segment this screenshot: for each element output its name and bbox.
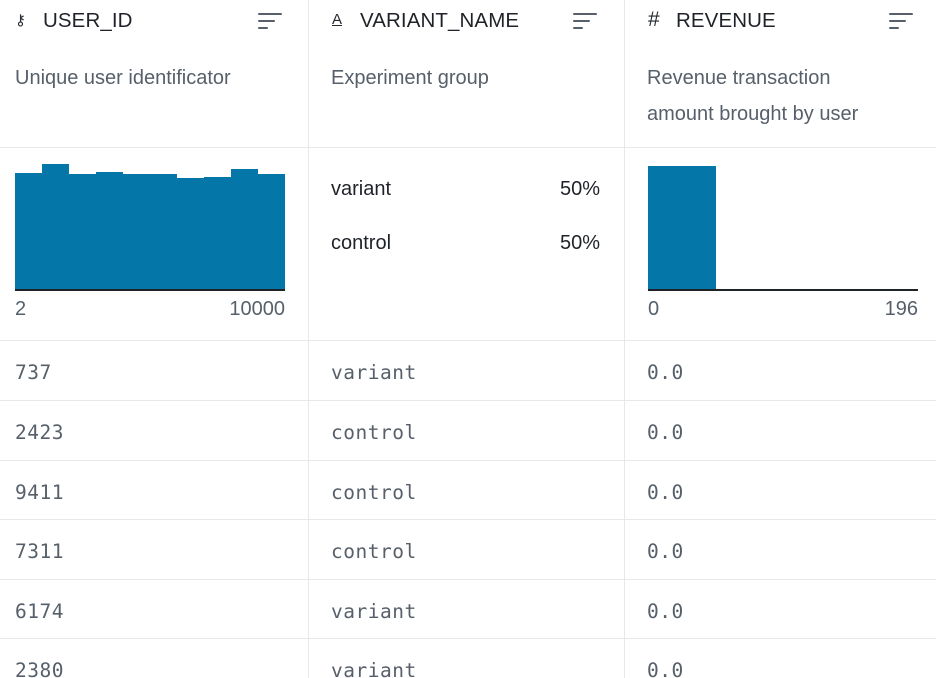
histogram-bar <box>69 174 96 290</box>
category-percent: 50% <box>559 232 600 254</box>
histogram-max-label: 10000 <box>229 298 285 320</box>
histogram-bar <box>204 177 231 290</box>
column-header[interactable]: ⚷ USER_ID <box>0 0 308 44</box>
table-cell: 2423 <box>15 421 64 444</box>
description-line: Unique user identificator <box>15 67 231 89</box>
category-label: variant <box>331 178 392 200</box>
column-summary: 0 196 <box>625 148 936 340</box>
description-line: amount brought by user <box>647 103 859 125</box>
text-type-icon: A <box>332 11 343 28</box>
column-header[interactable]: # REVENUE <box>625 0 936 44</box>
table-cell: 0.0 <box>647 540 684 563</box>
column-revenue: # REVENUE Revenue transaction amount bro… <box>625 0 936 678</box>
histogram-bar <box>648 166 716 290</box>
description-line: Revenue transaction <box>647 67 831 89</box>
category-percent: 50% <box>559 178 600 200</box>
sort-menu-icon[interactable] <box>573 13 597 30</box>
histogram-bar <box>123 174 150 290</box>
column-header[interactable]: A VARIANT_NAME <box>309 0 624 44</box>
column-name: REVENUE <box>676 9 776 32</box>
histogram-bar <box>150 174 177 290</box>
sort-menu-icon[interactable] <box>889 13 913 30</box>
column-name: USER_ID <box>43 9 133 32</box>
table-cell: 0.0 <box>647 421 684 444</box>
histogram <box>15 162 285 291</box>
table-cell: 7311 <box>15 540 64 563</box>
table-cell: 6174 <box>15 600 64 623</box>
table-cell: 0.0 <box>647 659 684 678</box>
table-cell: 0.0 <box>647 361 684 384</box>
column-summary: variant 50% control 50% <box>309 148 624 340</box>
column-user-id: ⚷ USER_ID Unique user identificator 2 10… <box>0 0 308 678</box>
column-description: Revenue transaction amount brought by us… <box>647 60 858 132</box>
sort-menu-icon[interactable] <box>258 13 282 30</box>
column-name: VARIANT_NAME <box>360 9 520 32</box>
column-description: Unique user identificator <box>15 60 231 96</box>
histogram-bar <box>231 169 258 290</box>
category-label: control <box>331 232 392 254</box>
category-row: variant 50% <box>331 178 600 208</box>
histogram-min-label: 0 <box>648 298 660 320</box>
column-description: Experiment group <box>331 60 489 96</box>
data-table: ⚷ USER_ID Unique user identificator 2 10… <box>0 0 936 678</box>
key-icon: ⚷ <box>15 12 26 29</box>
table-cell: control <box>331 421 417 444</box>
histogram-max-label: 196 <box>884 298 918 320</box>
histogram-bar <box>42 164 69 290</box>
description-line: Experiment group <box>331 67 489 89</box>
histogram-baseline <box>15 289 285 291</box>
table-cell: variant <box>331 600 417 623</box>
histogram-bar <box>15 173 42 290</box>
histogram-bar <box>177 178 204 290</box>
table-cell: 737 <box>15 361 52 384</box>
table-cell: control <box>331 540 417 563</box>
column-variant-name: A VARIANT_NAME Experiment group variant … <box>309 0 624 678</box>
category-row: control 50% <box>331 232 600 262</box>
table-cell: variant <box>331 659 417 678</box>
table-cell: 0.0 <box>647 481 684 504</box>
histogram-bar <box>96 172 123 290</box>
table-cell: 9411 <box>15 481 64 504</box>
histogram-baseline <box>648 289 918 291</box>
table-cell: 0.0 <box>647 600 684 623</box>
histogram <box>648 164 918 291</box>
table-cell: control <box>331 481 417 504</box>
number-type-icon: # <box>648 8 660 31</box>
histogram-min-label: 2 <box>15 298 27 320</box>
table-cell: variant <box>331 361 417 384</box>
histogram-bar <box>258 174 285 290</box>
column-summary: 2 10000 <box>0 148 308 340</box>
table-cell: 2380 <box>15 659 64 678</box>
